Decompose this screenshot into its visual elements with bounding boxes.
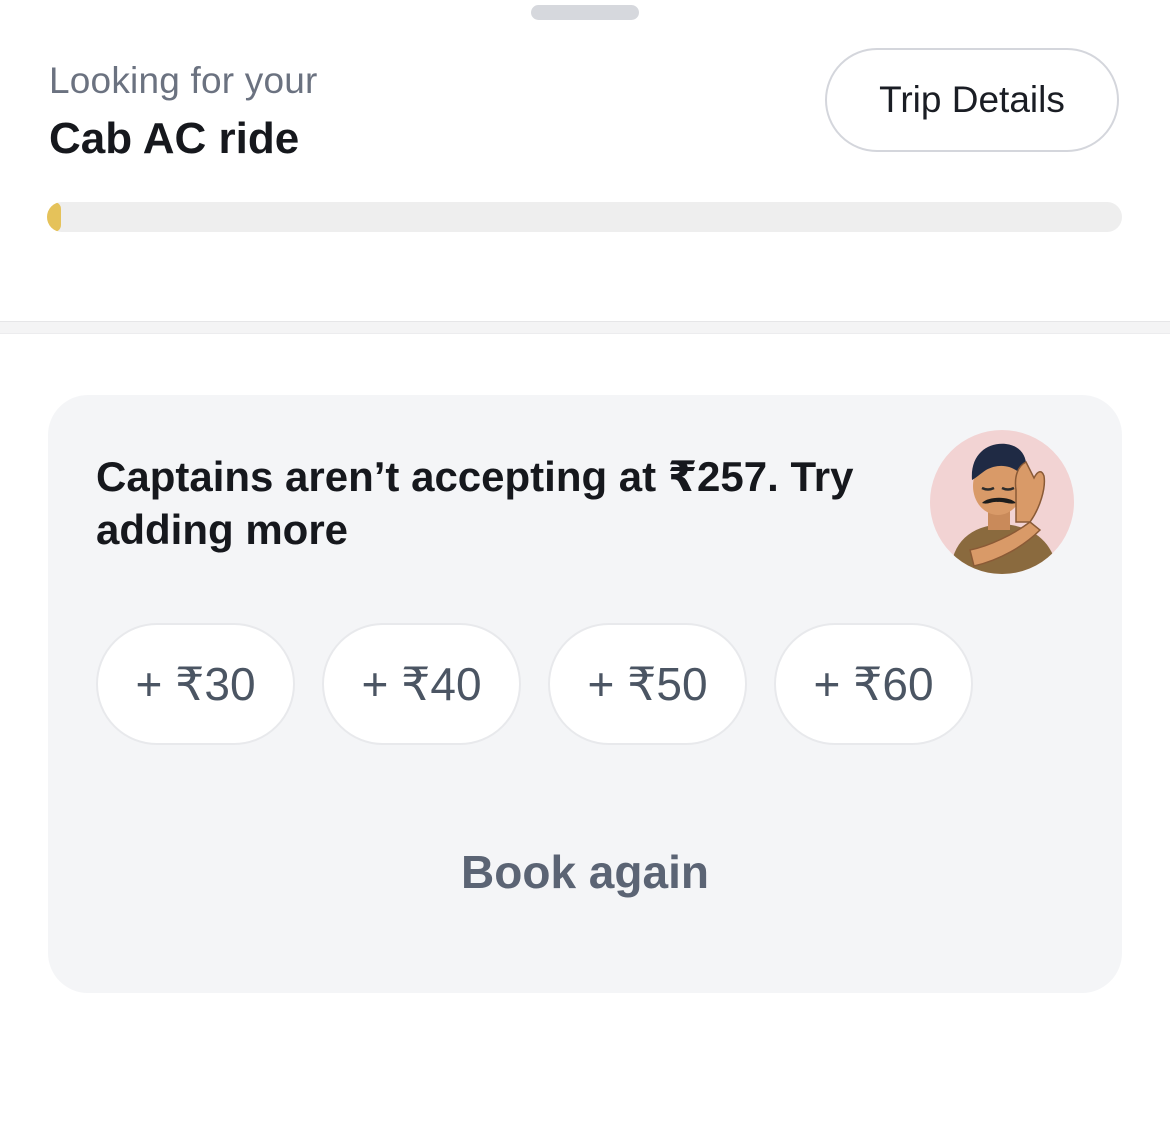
add-60-chip[interactable]: + ₹60: [774, 623, 973, 745]
add-40-chip[interactable]: + ₹40: [322, 623, 521, 745]
ride-type-title: Cab AC ride: [49, 114, 300, 163]
search-progress-bar: [47, 202, 1122, 232]
trip-details-button[interactable]: Trip Details: [825, 48, 1119, 152]
fare-increase-card: Captains aren’t accepting at ₹257. Try a…: [48, 395, 1122, 993]
drag-handle[interactable]: [531, 5, 639, 20]
add-50-chip[interactable]: + ₹50: [548, 623, 747, 745]
bottom-sheet: Looking for your Cab AC ride Trip Detail…: [0, 0, 1170, 1125]
search-progress-fill: [47, 202, 61, 232]
section-divider: [0, 321, 1170, 334]
search-status-subtitle: Looking for your: [49, 60, 318, 101]
captains-not-accepting-message: Captains aren’t accepting at ₹257. Try a…: [96, 453, 854, 553]
tip-options-row: + ₹30 + ₹40 + ₹50 + ₹60: [96, 623, 973, 745]
add-30-chip[interactable]: + ₹30: [96, 623, 295, 745]
captain-declining-illustration-icon: [930, 430, 1074, 574]
book-again-button[interactable]: Book again: [48, 845, 1122, 899]
